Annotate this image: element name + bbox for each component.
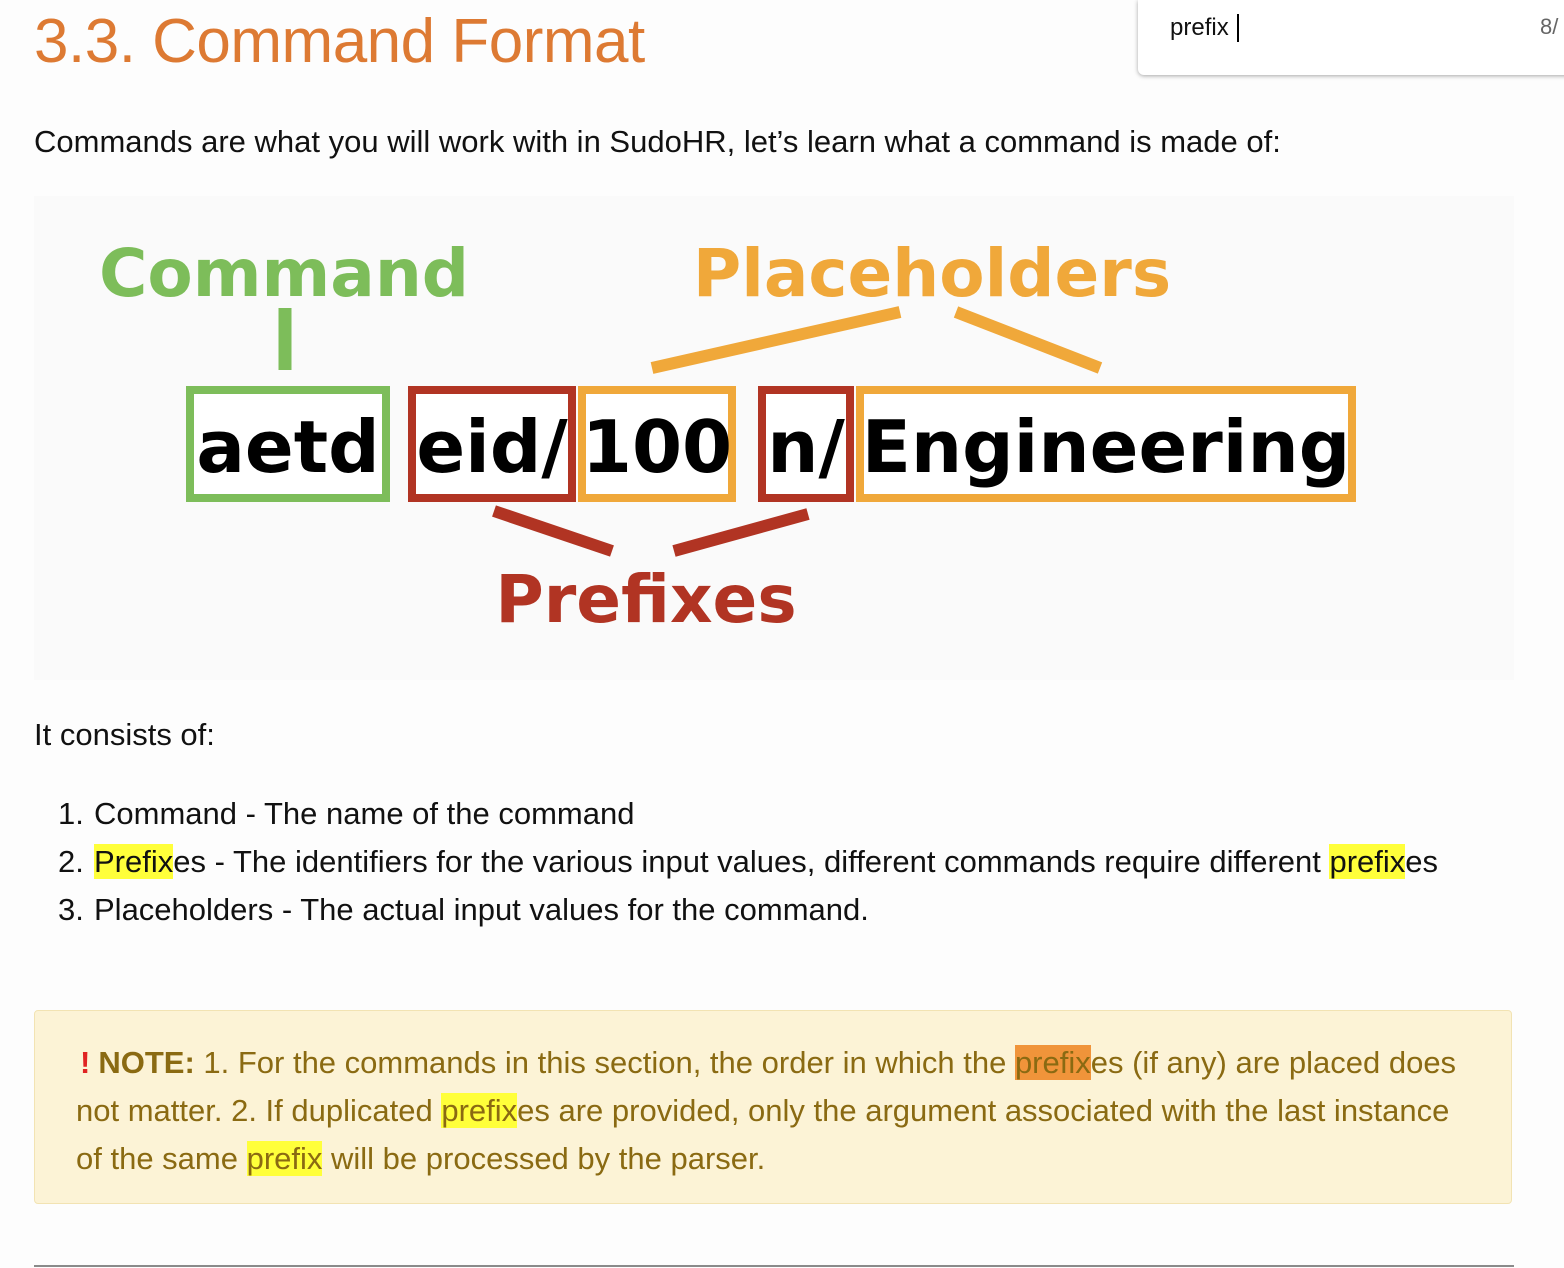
label-prefixes: Prefixes: [495, 561, 796, 638]
find-match-count: 8/: [1540, 14, 1559, 39]
components-list: 1. Command - The name of the command 2. …: [58, 790, 1454, 934]
find-input[interactable]: [1170, 12, 1470, 44]
consists-heading: It consists of:: [34, 717, 215, 752]
token-prefix-n: n/: [767, 405, 845, 489]
token-value-100: 100: [582, 405, 732, 489]
term-placeholders: Placeholders: [94, 892, 274, 927]
term-prefixes-suffix: es: [173, 844, 206, 879]
section-divider: [34, 1265, 1514, 1267]
list-item-placeholders: 3. Placeholders - The actual input value…: [58, 886, 1454, 934]
search-highlight: prefix: [246, 1141, 323, 1176]
label-placeholders: Placeholders: [693, 235, 1171, 312]
prefix-connector-right: [672, 508, 810, 557]
find-bar: 8/: [1138, 0, 1564, 75]
list-item-prefixes: 2. Prefixes - The identifiers for the va…: [58, 838, 1454, 886]
search-highlight: prefix: [1329, 844, 1406, 879]
label-command: Command: [99, 235, 469, 312]
note-text: 1. For the commands in this section, the…: [194, 1045, 1015, 1080]
placeholder-connector-right: [953, 306, 1103, 374]
desc-command: - The name of the command: [237, 796, 635, 831]
command-format-diagram: Command Placeholders aetd eid/ 100 n/ En…: [34, 196, 1514, 680]
exclamation-icon: !: [80, 1045, 91, 1080]
list-number: 1.: [58, 796, 84, 831]
diagram-svg: Command Placeholders aetd eid/ 100 n/ En…: [99, 235, 1356, 638]
search-highlight: Prefix: [94, 844, 174, 879]
search-highlight-current: prefix: [1014, 1045, 1091, 1080]
list-number: 2.: [58, 844, 84, 879]
term-command: Command: [94, 796, 237, 831]
desc-placeholders: - The actual input values for the comman…: [273, 892, 869, 927]
list-item-command: 1. Command - The name of the command: [58, 790, 1454, 838]
note-text: will be processed by the parser.: [322, 1141, 766, 1176]
placeholder-connector-left: [650, 306, 902, 374]
token-value-engineering: Engineering: [862, 405, 1351, 489]
search-highlight: prefix: [441, 1093, 518, 1128]
page-title: 3.3. Command Format: [34, 7, 645, 76]
note-label: NOTE:: [98, 1045, 195, 1080]
text-cursor: [1237, 14, 1239, 42]
token-command: aetd: [196, 405, 379, 489]
note-callout: ! NOTE: 1. For the commands in this secti…: [34, 1010, 1512, 1204]
intro-text: Commands are what you will work with in …: [34, 124, 1281, 159]
prefix-connector-left: [492, 505, 614, 557]
list-number: 3.: [58, 892, 84, 927]
desc-prefixes: - The identifiers for the various input …: [206, 844, 1330, 879]
desc-prefixes-suffix: es: [1405, 844, 1439, 879]
token-prefix-eid: eid/: [416, 405, 568, 489]
